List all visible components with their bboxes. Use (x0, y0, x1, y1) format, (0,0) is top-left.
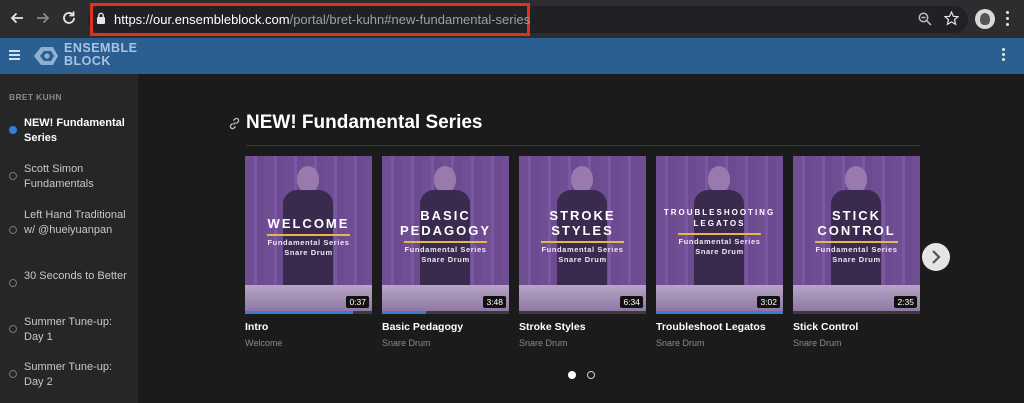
video-duration-badge: 3:48 (483, 296, 506, 308)
lock-icon (97, 12, 105, 24)
thumbnail-overlay-subtitle: Snare Drum (421, 255, 470, 264)
thumbnail-overlay-title: PEDAGOGY (399, 223, 492, 238)
video-subtitle: Snare Drum (793, 338, 842, 348)
carousel-page-dot-1[interactable] (568, 371, 576, 379)
thumbnail-overlay-title: CONTROL (817, 223, 896, 238)
ensemble-block-logo-icon (34, 47, 58, 65)
browser-toolbar: https://our.ensembleblock.com/portal/bre… (0, 0, 1024, 38)
video-duration-badge: 6:34 (620, 296, 643, 308)
inactive-dot-icon (9, 226, 17, 234)
video-thumbnail[interactable]: STROKE STYLES Fundamental Series Snare Drum… (519, 156, 646, 311)
video-thumbnail[interactable]: STICK CONTROL Fundamental Series Snare Drum… (793, 156, 920, 311)
thumbnail-overlay-subtitle: Fundamental Series (404, 245, 487, 254)
thumbnail-overlay-subtitle: Snare Drum (695, 247, 744, 256)
carousel-next-button[interactable] (922, 243, 950, 271)
browser-menu-icon[interactable] (1006, 11, 1010, 27)
app-menu-icon[interactable] (1002, 48, 1005, 63)
video-thumbnail[interactable]: TROUBLESHOOTING LEGATOS Fundamental Series… (656, 156, 783, 311)
watch-progress-bar (245, 311, 372, 314)
watch-progress-bar (656, 311, 783, 314)
inactive-dot-icon (9, 325, 17, 333)
thumbnail-overlay-subtitle: Fundamental Series (678, 237, 761, 246)
thumbnail-overlay-subtitle: Fundamental Series (267, 238, 350, 247)
title-divider (246, 145, 920, 146)
zoom-icon[interactable] (918, 12, 932, 26)
chevron-right-icon (932, 250, 941, 264)
watch-progress-bar (382, 311, 509, 314)
profile-avatar[interactable] (975, 9, 995, 29)
sidebar-item-label: 30 Seconds to Better (24, 270, 127, 282)
sidebar-item-label: Summer Tune-up: Day 1 (24, 316, 113, 343)
video-card[interactable]: STICK CONTROL Fundamental Series Snare Drum… (793, 156, 920, 348)
sidebar-item-label: NEW! Fundamental Series (24, 117, 125, 144)
video-subtitle: Welcome (245, 338, 283, 348)
thumbnail-gold-rule (678, 233, 761, 235)
video-card[interactable]: WELCOME Fundamental Series Snare Drum 0:37 I… (245, 156, 372, 348)
thumbnail-overlay-title: STICK (832, 208, 881, 223)
watch-progress-bar (793, 311, 920, 314)
section-title: NEW! Fundamental Series (246, 112, 483, 133)
thumbnail-overlay-subtitle: Snare Drum (284, 248, 333, 257)
thumbnail-overlay-title: STYLES (551, 223, 614, 238)
thumbnail-gold-rule (404, 241, 487, 243)
sidebar-item-label: Scott Simon Fundamentals (24, 163, 94, 190)
video-thumbnail[interactable]: WELCOME Fundamental Series Snare Drum 0:37 (245, 156, 372, 311)
thumbnail-overlay-subtitle: Snare Drum (832, 255, 881, 264)
video-duration-badge: 2:35 (894, 296, 917, 308)
sidebar: BRET KUHN NEW! Fundamental Series Scott … (0, 74, 138, 403)
video-thumbnail[interactable]: BASIC PEDAGOGY Fundamental Series Snare Dru… (382, 156, 509, 311)
thumbnail-overlay-subtitle: Snare Drum (558, 255, 607, 264)
sidebar-section-title: BRET KUHN (9, 92, 62, 102)
watch-progress-fill (245, 311, 353, 314)
thumbnail-overlay-title: BASIC (420, 208, 471, 223)
app-logo-text[interactable]: ENSEMBLE BLOCK (64, 42, 137, 68)
video-subtitle: Snare Drum (519, 338, 568, 348)
video-subtitle: Snare Drum (656, 338, 705, 348)
video-card[interactable]: BASIC PEDAGOGY Fundamental Series Snare Dru… (382, 156, 509, 348)
url-path: /portal/bret-kuhn#new-fundamental-series (289, 12, 531, 27)
thumbnail-gold-rule (267, 234, 350, 236)
bookmark-star-icon[interactable] (944, 11, 959, 26)
back-arrow-icon[interactable] (9, 10, 25, 26)
hamburger-menu-icon[interactable] (9, 50, 20, 60)
video-duration-badge: 0:37 (346, 296, 369, 308)
video-title[interactable]: Stick Control (793, 321, 920, 333)
thumbnail-overlay-title: TROUBLESHOOTING (663, 208, 776, 217)
video-title[interactable]: Stroke Styles (519, 321, 646, 333)
app-header: ENSEMBLE BLOCK (0, 38, 1024, 74)
carousel-page-dot-2[interactable] (587, 371, 595, 379)
logo-line-2: BLOCK (64, 54, 111, 68)
inactive-dot-icon (9, 370, 17, 378)
thumbnail-overlay-title: STROKE (549, 208, 616, 223)
sidebar-item-label: Summer Tune-up: Day 2 (24, 361, 113, 388)
thumbnail-gold-rule (541, 241, 624, 243)
watch-progress-fill (656, 311, 783, 314)
reload-icon[interactable] (61, 10, 77, 26)
watch-progress-fill (382, 311, 427, 314)
video-subtitle: Snare Drum (382, 338, 431, 348)
forward-arrow-icon[interactable] (35, 10, 51, 26)
video-title[interactable]: Intro (245, 321, 372, 333)
video-title[interactable]: Troubleshoot Legatos (656, 321, 783, 333)
url-text[interactable]: https://our.ensembleblock.com/portal/bre… (114, 12, 530, 27)
url-host: https://our.ensembleblock.com (114, 12, 290, 27)
sidebar-item-label: Left Hand Traditional w/ @hueiyuanpan (24, 209, 126, 236)
thumbnail-overlay-title: WELCOME (267, 216, 350, 231)
thumbnail-gold-rule (815, 241, 898, 243)
thumbnail-overlay-title: LEGATOS (693, 219, 746, 228)
watch-progress-bar (519, 311, 646, 314)
video-duration-badge: 3:02 (757, 296, 780, 308)
link-icon[interactable] (228, 117, 241, 130)
thumbnail-overlay-subtitle: Fundamental Series (541, 245, 624, 254)
thumbnail-overlay-subtitle: Fundamental Series (815, 245, 898, 254)
active-dot-icon (9, 126, 17, 134)
inactive-dot-icon (9, 279, 17, 287)
video-card[interactable]: STROKE STYLES Fundamental Series Snare Drum… (519, 156, 646, 348)
video-card[interactable]: TROUBLESHOOTING LEGATOS Fundamental Series… (656, 156, 783, 348)
video-title[interactable]: Basic Pedagogy (382, 321, 509, 333)
inactive-dot-icon (9, 172, 17, 180)
